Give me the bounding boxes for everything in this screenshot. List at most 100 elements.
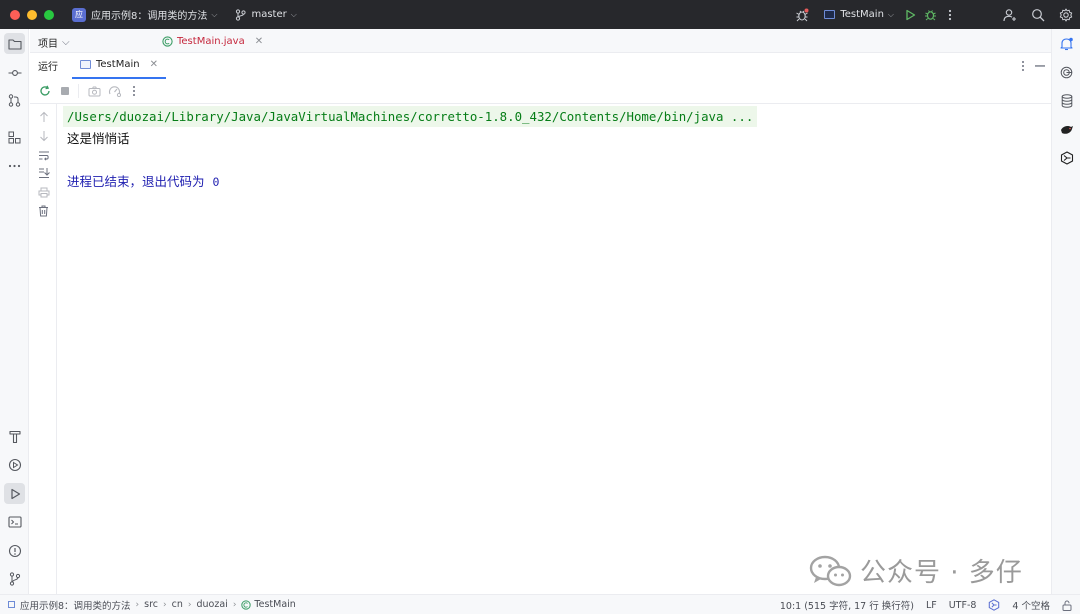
project-badge: 应 [72, 7, 86, 22]
structure-icon[interactable] [4, 127, 25, 148]
soft-wrap-icon[interactable] [34, 146, 53, 164]
editor-tab[interactable]: TestMain.java ✕ [152, 29, 271, 55]
database-icon[interactable] [1056, 90, 1077, 111]
problems-icon[interactable] [4, 540, 25, 561]
run-tab[interactable]: TestMain ✕ [72, 53, 166, 79]
toolbar-divider [78, 84, 79, 98]
run-tool-window-icon[interactable] [4, 483, 25, 504]
project-name: 应用示例8：调用类的方法 [91, 11, 208, 22]
ai-assistant-icon[interactable] [1056, 62, 1077, 83]
line-separator[interactable]: LF [926, 600, 937, 611]
breadcrumb-item[interactable]: src [144, 599, 158, 610]
java-class-icon [162, 36, 173, 47]
notifications-bell-icon[interactable] [1056, 33, 1077, 54]
minimize-panel-icon[interactable] [1035, 65, 1045, 67]
project-selector[interactable]: 应 应用示例8：调用类的方法 ⌵ [68, 5, 221, 25]
run-panel-options [1021, 53, 1045, 79]
attach-profiler-icon[interactable] [105, 82, 123, 100]
settings-gear-icon[interactable] [1056, 5, 1076, 25]
run-tool-window-header: 运行 TestMain ✕ [30, 52, 1051, 79]
stop-icon[interactable] [56, 82, 74, 100]
breadcrumb-item[interactable]: cn [172, 599, 183, 610]
kotlin-icon[interactable] [1056, 147, 1077, 168]
debug-icon[interactable] [920, 5, 940, 25]
up-arrow-icon[interactable] [34, 108, 53, 126]
close-icon[interactable]: ✕ [150, 59, 158, 70]
breadcrumb-item[interactable]: 应用示例8：调用类的方法 [20, 598, 131, 612]
kotlin-status-icon[interactable] [988, 599, 1000, 611]
search-icon[interactable] [1028, 5, 1048, 25]
application-config-icon [824, 10, 836, 19]
run-panel-title: 运行 [38, 62, 58, 73]
print-icon[interactable] [34, 183, 53, 201]
project-panel-label: 项目 [38, 38, 58, 50]
exit-code: 0 [212, 175, 220, 189]
branch-icon [236, 8, 247, 21]
plugin-bird-icon[interactable] [1056, 119, 1077, 140]
more-actions-icon[interactable] [940, 5, 960, 25]
chevron-down-icon: ⌵ [887, 9, 894, 19]
wechat-logo-icon [809, 555, 852, 586]
screenshot-camera-icon[interactable] [85, 82, 103, 100]
terminal-icon[interactable] [4, 511, 25, 532]
more-tool-windows-icon[interactable] [4, 155, 25, 176]
chevron-right-icon: › [163, 599, 167, 610]
chevron-down-icon: ⌵ [211, 9, 218, 19]
close-window-button[interactable] [10, 9, 20, 20]
more-icon[interactable] [125, 82, 143, 100]
chevron-down-icon: ⌵ [62, 36, 70, 48]
application-config-icon [80, 60, 91, 69]
pull-request-icon[interactable] [4, 90, 25, 111]
chevron-right-icon: › [187, 599, 192, 610]
caret-position[interactable]: 10:1 (515 字符, 17 行 换行符) [780, 598, 914, 612]
breadcrumb-item[interactable]: duozai [197, 599, 228, 610]
watermark-text: 公众号 · 多仔 [860, 558, 1023, 588]
trash-icon[interactable] [34, 202, 53, 220]
lock-icon[interactable] [1062, 599, 1072, 611]
chevron-down-icon: ⌵ [290, 9, 297, 19]
run-config-name: TestMain [840, 9, 884, 20]
editor-tab-label: TestMain.java [177, 36, 245, 47]
module-icon [8, 601, 15, 608]
title-bar: 应 应用示例8：调用类的方法 ⌵ master ⌵ TestMain ⌵ [0, 0, 1080, 29]
status-bar: 应用示例8：调用类的方法 › src › cn › duozai › TestM… [0, 594, 1080, 614]
window-controls [10, 9, 54, 20]
down-arrow-icon[interactable] [34, 127, 53, 145]
zoom-window-button[interactable] [44, 9, 54, 20]
breadcrumb: 应用示例8：调用类的方法 › src › cn › duozai › TestM… [8, 598, 299, 612]
branch-selector[interactable]: master ⌵ [235, 8, 297, 21]
scroll-to-end-icon[interactable] [34, 164, 53, 182]
run-configuration-selector[interactable]: TestMain ⌵ [824, 9, 894, 20]
add-user-icon[interactable] [1000, 5, 1020, 25]
run-play-icon[interactable] [900, 5, 920, 25]
console-side-toolbar [30, 104, 57, 594]
close-icon[interactable]: ✕ [255, 36, 263, 47]
rerun-icon[interactable] [36, 82, 54, 100]
services-icon[interactable] [4, 454, 25, 475]
build-hammer-icon[interactable] [4, 426, 25, 447]
more-options-icon[interactable] [1021, 60, 1025, 72]
status-widgets: 10:1 (515 字符, 17 行 换行符) LF UTF-8 4 个空格 [780, 595, 1072, 615]
command-line[interactable]: /Users/duozai/Library/Java/JavaVirtualMa… [63, 106, 758, 127]
java-class-icon [241, 599, 252, 610]
file-encoding[interactable]: UTF-8 [949, 600, 977, 611]
indent-setting[interactable]: 4 个空格 [1012, 598, 1050, 612]
git-icon[interactable] [4, 568, 25, 589]
watermark: 公众号 · 多仔 [808, 552, 1023, 589]
exit-text: 进程已结束，退出代码为 [67, 174, 205, 189]
breadcrumb-item[interactable]: TestMain [254, 599, 295, 610]
run-toolbar [30, 79, 1051, 104]
debug-bug-icon[interactable] [792, 5, 812, 25]
commit-icon[interactable] [4, 62, 25, 83]
console-output[interactable]: /Users/duozai/Library/Java/JavaVirtualMa… [57, 104, 1051, 594]
minimize-window-button[interactable] [27, 9, 37, 20]
branch-name: master [251, 9, 287, 20]
titlebar-actions: TestMain ⌵ [792, 0, 1080, 29]
chevron-right-icon: › [135, 599, 140, 610]
run-tab-label: TestMain [96, 59, 140, 70]
output-line: 这是悄悄话 [67, 131, 130, 146]
left-tool-strip [0, 29, 29, 594]
chevron-right-icon: › [232, 599, 237, 610]
project-folder-icon[interactable] [4, 33, 25, 54]
right-tool-strip [1051, 29, 1080, 594]
